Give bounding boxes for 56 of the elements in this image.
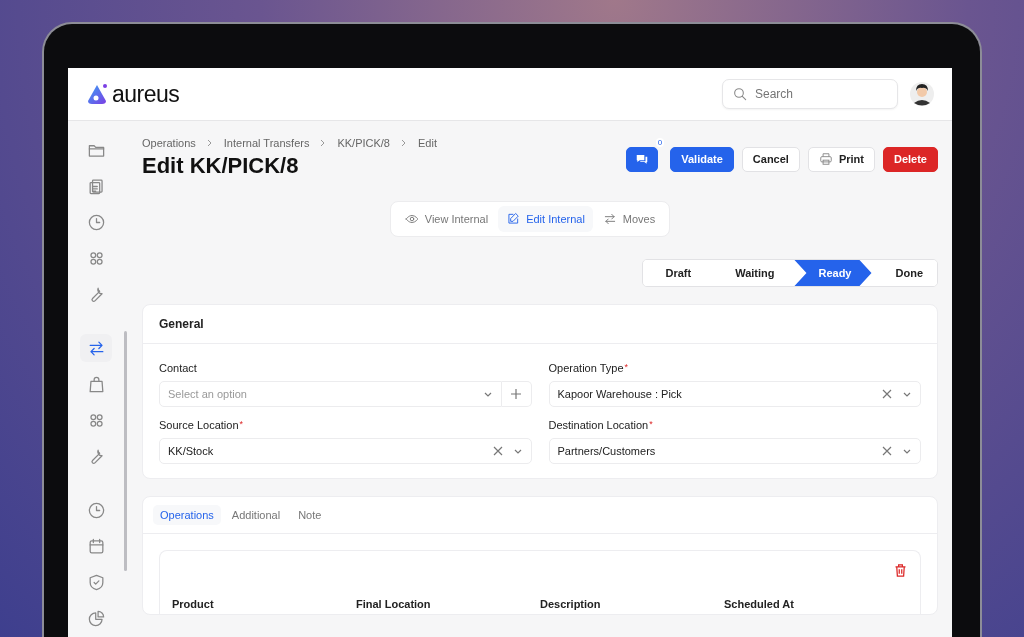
plus-icon xyxy=(510,388,522,400)
required-mark: * xyxy=(239,419,243,431)
required-mark: * xyxy=(624,362,629,374)
view-tab[interactable]: Edit Internal xyxy=(498,206,593,232)
field-label: Operation Type xyxy=(548,362,624,374)
breadcrumb-link[interactable]: Operations xyxy=(142,137,196,149)
breadcrumb-link[interactable]: Edit xyxy=(418,137,437,149)
trash-icon[interactable] xyxy=(893,563,908,578)
logo-icon xyxy=(85,82,109,106)
column-header: Scheduled At xyxy=(724,598,795,610)
clear-icon[interactable] xyxy=(491,445,504,457)
chat-button[interactable] xyxy=(626,146,659,172)
print-button[interactable]: Print xyxy=(807,146,875,172)
clock-icon xyxy=(86,212,106,232)
tab[interactable]: Additional xyxy=(224,505,288,525)
search-icon xyxy=(732,86,748,102)
pencil-icon xyxy=(506,212,521,226)
select-field[interactable]: KK/Stock xyxy=(159,438,532,464)
select-field[interactable]: Select an option xyxy=(159,381,502,407)
chat-icon xyxy=(635,152,650,166)
cancel-button[interactable]: Cancel xyxy=(741,146,800,172)
card-title: General xyxy=(143,305,937,344)
select-field[interactable]: Partners/Customers xyxy=(548,438,921,464)
search-field[interactable]: Search xyxy=(722,79,898,109)
chevron-icon xyxy=(400,139,408,147)
select-field[interactable]: Kapoor Warehouse : Pick xyxy=(548,381,921,407)
column-header: Final Location xyxy=(356,598,432,610)
avatar-icon[interactable] xyxy=(910,82,934,106)
sidebar-item[interactable] xyxy=(80,334,112,362)
view-tab[interactable]: View Internal xyxy=(396,206,497,232)
printer-icon xyxy=(818,152,833,166)
delete-button[interactable]: Delete xyxy=(882,146,938,172)
arrows-icon xyxy=(602,212,617,226)
add-button[interactable] xyxy=(501,381,532,407)
view-tab[interactable]: Moves xyxy=(594,206,664,232)
status-step[interactable]: Ready xyxy=(794,260,872,286)
column-header: Description xyxy=(540,598,602,610)
field-label: Source Location xyxy=(159,419,239,431)
tab[interactable]: Operations xyxy=(153,505,221,525)
field-label: Destination Location xyxy=(548,419,649,431)
brand-name: aureus xyxy=(112,80,180,108)
chevron-icon xyxy=(205,139,214,147)
message-count: 0 xyxy=(655,137,665,147)
required-mark: * xyxy=(649,419,653,431)
tab[interactable]: Note xyxy=(291,505,329,525)
page-title: Edit KK/PICK/8 xyxy=(142,153,299,179)
clear-icon[interactable] xyxy=(881,445,893,457)
column-header: Product xyxy=(172,598,215,610)
pie-chart-icon xyxy=(86,608,106,628)
field-label: Contact xyxy=(159,362,197,374)
validate-button[interactable]: Validate xyxy=(670,146,734,172)
breadcrumb-link[interactable]: KK/PICK/8 xyxy=(337,137,390,149)
clock-icon xyxy=(86,500,106,520)
eye-icon xyxy=(404,212,419,226)
clear-icon[interactable] xyxy=(881,388,893,400)
breadcrumb-link[interactable]: Internal Transfers xyxy=(223,137,310,149)
